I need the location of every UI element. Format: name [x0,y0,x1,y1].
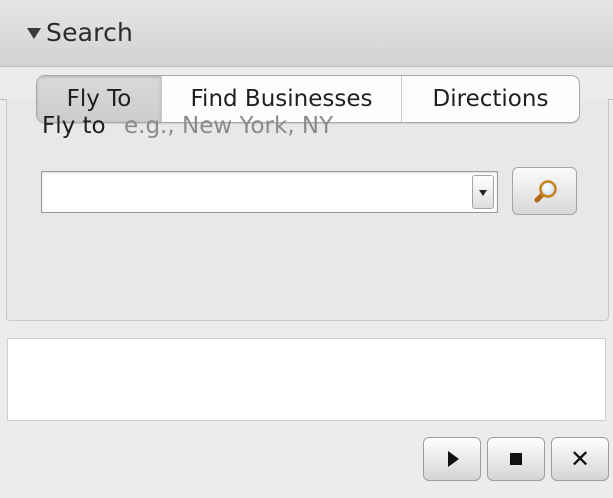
stop-icon [510,453,522,465]
tab-directions[interactable]: Directions [402,76,579,122]
magnifier-icon [534,180,557,203]
fly-to-input[interactable] [41,171,498,213]
search-panel: Search Fly To Find Businesses Directions… [0,0,613,498]
chevron-down-icon [479,190,487,196]
close-button[interactable]: ✕ [551,437,609,481]
search-header[interactable]: Search [0,0,613,67]
panel-title: Search [46,18,134,47]
fly-to-hint: e.g., New York, NY [124,113,334,139]
disclosure-triangle-icon[interactable] [27,28,41,39]
close-icon: ✕ [569,445,591,473]
search-button[interactable] [512,167,577,215]
history-dropdown-button[interactable] [472,175,494,209]
play-button[interactable] [423,437,481,481]
fly-to-label: Fly to [42,113,106,139]
play-icon [448,451,459,467]
stop-button[interactable] [487,437,545,481]
search-results-list[interactable] [7,338,606,421]
